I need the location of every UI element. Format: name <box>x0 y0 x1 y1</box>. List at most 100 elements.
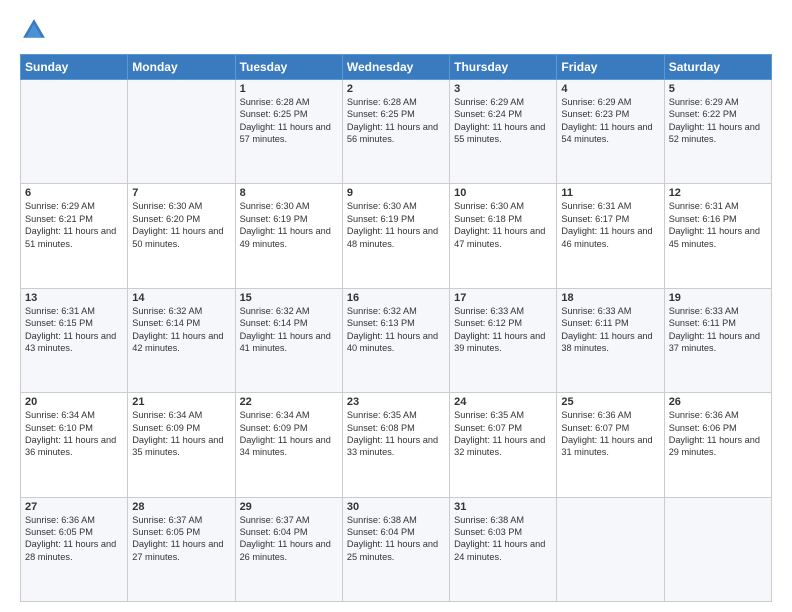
day-number: 31 <box>454 501 552 513</box>
cell-info: Sunrise: 6:32 AM Sunset: 6:13 PM Dayligh… <box>347 305 445 355</box>
header-row: SundayMondayTuesdayWednesdayThursdayFrid… <box>21 55 772 80</box>
cell-info: Sunrise: 6:37 AM Sunset: 6:05 PM Dayligh… <box>132 514 230 564</box>
calendar-cell: 29Sunrise: 6:37 AM Sunset: 6:04 PM Dayli… <box>235 497 342 601</box>
logo-icon <box>20 16 48 44</box>
cell-info: Sunrise: 6:36 AM Sunset: 6:06 PM Dayligh… <box>669 409 767 459</box>
calendar-cell: 9Sunrise: 6:30 AM Sunset: 6:19 PM Daylig… <box>342 184 449 288</box>
calendar-cell <box>128 80 235 184</box>
cell-info: Sunrise: 6:28 AM Sunset: 6:25 PM Dayligh… <box>240 96 338 146</box>
day-number: 9 <box>347 187 445 199</box>
day-number: 20 <box>25 396 123 408</box>
logo <box>20 16 52 44</box>
day-number: 16 <box>347 292 445 304</box>
day-number: 27 <box>25 501 123 513</box>
weekday-header: Sunday <box>21 55 128 80</box>
week-row: 13Sunrise: 6:31 AM Sunset: 6:15 PM Dayli… <box>21 288 772 392</box>
day-number: 28 <box>132 501 230 513</box>
calendar-cell: 28Sunrise: 6:37 AM Sunset: 6:05 PM Dayli… <box>128 497 235 601</box>
day-number: 4 <box>561 83 659 95</box>
calendar-cell: 11Sunrise: 6:31 AM Sunset: 6:17 PM Dayli… <box>557 184 664 288</box>
cell-info: Sunrise: 6:28 AM Sunset: 6:25 PM Dayligh… <box>347 96 445 146</box>
cell-info: Sunrise: 6:32 AM Sunset: 6:14 PM Dayligh… <box>132 305 230 355</box>
cell-info: Sunrise: 6:30 AM Sunset: 6:18 PM Dayligh… <box>454 200 552 250</box>
weekday-header: Wednesday <box>342 55 449 80</box>
day-number: 19 <box>669 292 767 304</box>
week-row: 6Sunrise: 6:29 AM Sunset: 6:21 PM Daylig… <box>21 184 772 288</box>
day-number: 3 <box>454 83 552 95</box>
calendar-cell: 6Sunrise: 6:29 AM Sunset: 6:21 PM Daylig… <box>21 184 128 288</box>
calendar-body: 1Sunrise: 6:28 AM Sunset: 6:25 PM Daylig… <box>21 80 772 602</box>
calendar-cell: 1Sunrise: 6:28 AM Sunset: 6:25 PM Daylig… <box>235 80 342 184</box>
week-row: 20Sunrise: 6:34 AM Sunset: 6:10 PM Dayli… <box>21 393 772 497</box>
calendar-cell: 22Sunrise: 6:34 AM Sunset: 6:09 PM Dayli… <box>235 393 342 497</box>
calendar-header: SundayMondayTuesdayWednesdayThursdayFrid… <box>21 55 772 80</box>
day-number: 14 <box>132 292 230 304</box>
calendar-cell: 21Sunrise: 6:34 AM Sunset: 6:09 PM Dayli… <box>128 393 235 497</box>
day-number: 21 <box>132 396 230 408</box>
cell-info: Sunrise: 6:33 AM Sunset: 6:11 PM Dayligh… <box>669 305 767 355</box>
calendar-cell: 7Sunrise: 6:30 AM Sunset: 6:20 PM Daylig… <box>128 184 235 288</box>
calendar-cell: 26Sunrise: 6:36 AM Sunset: 6:06 PM Dayli… <box>664 393 771 497</box>
cell-info: Sunrise: 6:35 AM Sunset: 6:08 PM Dayligh… <box>347 409 445 459</box>
calendar-cell: 25Sunrise: 6:36 AM Sunset: 6:07 PM Dayli… <box>557 393 664 497</box>
cell-info: Sunrise: 6:31 AM Sunset: 6:15 PM Dayligh… <box>25 305 123 355</box>
calendar-cell: 20Sunrise: 6:34 AM Sunset: 6:10 PM Dayli… <box>21 393 128 497</box>
calendar-cell: 27Sunrise: 6:36 AM Sunset: 6:05 PM Dayli… <box>21 497 128 601</box>
calendar-cell <box>21 80 128 184</box>
weekday-header: Tuesday <box>235 55 342 80</box>
cell-info: Sunrise: 6:34 AM Sunset: 6:10 PM Dayligh… <box>25 409 123 459</box>
day-number: 13 <box>25 292 123 304</box>
calendar-table: SundayMondayTuesdayWednesdayThursdayFrid… <box>20 54 772 602</box>
day-number: 5 <box>669 83 767 95</box>
calendar-cell: 12Sunrise: 6:31 AM Sunset: 6:16 PM Dayli… <box>664 184 771 288</box>
cell-info: Sunrise: 6:35 AM Sunset: 6:07 PM Dayligh… <box>454 409 552 459</box>
day-number: 18 <box>561 292 659 304</box>
cell-info: Sunrise: 6:29 AM Sunset: 6:22 PM Dayligh… <box>669 96 767 146</box>
calendar-cell: 24Sunrise: 6:35 AM Sunset: 6:07 PM Dayli… <box>450 393 557 497</box>
calendar-cell: 14Sunrise: 6:32 AM Sunset: 6:14 PM Dayli… <box>128 288 235 392</box>
calendar-cell: 10Sunrise: 6:30 AM Sunset: 6:18 PM Dayli… <box>450 184 557 288</box>
calendar-cell: 23Sunrise: 6:35 AM Sunset: 6:08 PM Dayli… <box>342 393 449 497</box>
cell-info: Sunrise: 6:30 AM Sunset: 6:19 PM Dayligh… <box>240 200 338 250</box>
cell-info: Sunrise: 6:38 AM Sunset: 6:03 PM Dayligh… <box>454 514 552 564</box>
cell-info: Sunrise: 6:37 AM Sunset: 6:04 PM Dayligh… <box>240 514 338 564</box>
day-number: 24 <box>454 396 552 408</box>
weekday-header: Friday <box>557 55 664 80</box>
calendar-cell: 5Sunrise: 6:29 AM Sunset: 6:22 PM Daylig… <box>664 80 771 184</box>
day-number: 7 <box>132 187 230 199</box>
cell-info: Sunrise: 6:38 AM Sunset: 6:04 PM Dayligh… <box>347 514 445 564</box>
header <box>20 16 772 44</box>
day-number: 17 <box>454 292 552 304</box>
calendar-cell: 19Sunrise: 6:33 AM Sunset: 6:11 PM Dayli… <box>664 288 771 392</box>
calendar-cell: 8Sunrise: 6:30 AM Sunset: 6:19 PM Daylig… <box>235 184 342 288</box>
calendar-cell: 18Sunrise: 6:33 AM Sunset: 6:11 PM Dayli… <box>557 288 664 392</box>
calendar-cell <box>557 497 664 601</box>
calendar-cell: 3Sunrise: 6:29 AM Sunset: 6:24 PM Daylig… <box>450 80 557 184</box>
cell-info: Sunrise: 6:33 AM Sunset: 6:11 PM Dayligh… <box>561 305 659 355</box>
calendar-cell: 13Sunrise: 6:31 AM Sunset: 6:15 PM Dayli… <box>21 288 128 392</box>
calendar-cell: 30Sunrise: 6:38 AM Sunset: 6:04 PM Dayli… <box>342 497 449 601</box>
calendar-cell: 16Sunrise: 6:32 AM Sunset: 6:13 PM Dayli… <box>342 288 449 392</box>
day-number: 8 <box>240 187 338 199</box>
day-number: 15 <box>240 292 338 304</box>
cell-info: Sunrise: 6:30 AM Sunset: 6:19 PM Dayligh… <box>347 200 445 250</box>
calendar-cell: 2Sunrise: 6:28 AM Sunset: 6:25 PM Daylig… <box>342 80 449 184</box>
weekday-header: Thursday <box>450 55 557 80</box>
cell-info: Sunrise: 6:33 AM Sunset: 6:12 PM Dayligh… <box>454 305 552 355</box>
cell-info: Sunrise: 6:34 AM Sunset: 6:09 PM Dayligh… <box>240 409 338 459</box>
day-number: 22 <box>240 396 338 408</box>
day-number: 2 <box>347 83 445 95</box>
weekday-header: Monday <box>128 55 235 80</box>
calendar-cell: 31Sunrise: 6:38 AM Sunset: 6:03 PM Dayli… <box>450 497 557 601</box>
day-number: 25 <box>561 396 659 408</box>
day-number: 30 <box>347 501 445 513</box>
cell-info: Sunrise: 6:34 AM Sunset: 6:09 PM Dayligh… <box>132 409 230 459</box>
week-row: 1Sunrise: 6:28 AM Sunset: 6:25 PM Daylig… <box>21 80 772 184</box>
cell-info: Sunrise: 6:36 AM Sunset: 6:05 PM Dayligh… <box>25 514 123 564</box>
cell-info: Sunrise: 6:30 AM Sunset: 6:20 PM Dayligh… <box>132 200 230 250</box>
day-number: 1 <box>240 83 338 95</box>
calendar-cell: 15Sunrise: 6:32 AM Sunset: 6:14 PM Dayli… <box>235 288 342 392</box>
cell-info: Sunrise: 6:31 AM Sunset: 6:16 PM Dayligh… <box>669 200 767 250</box>
weekday-header: Saturday <box>664 55 771 80</box>
week-row: 27Sunrise: 6:36 AM Sunset: 6:05 PM Dayli… <box>21 497 772 601</box>
